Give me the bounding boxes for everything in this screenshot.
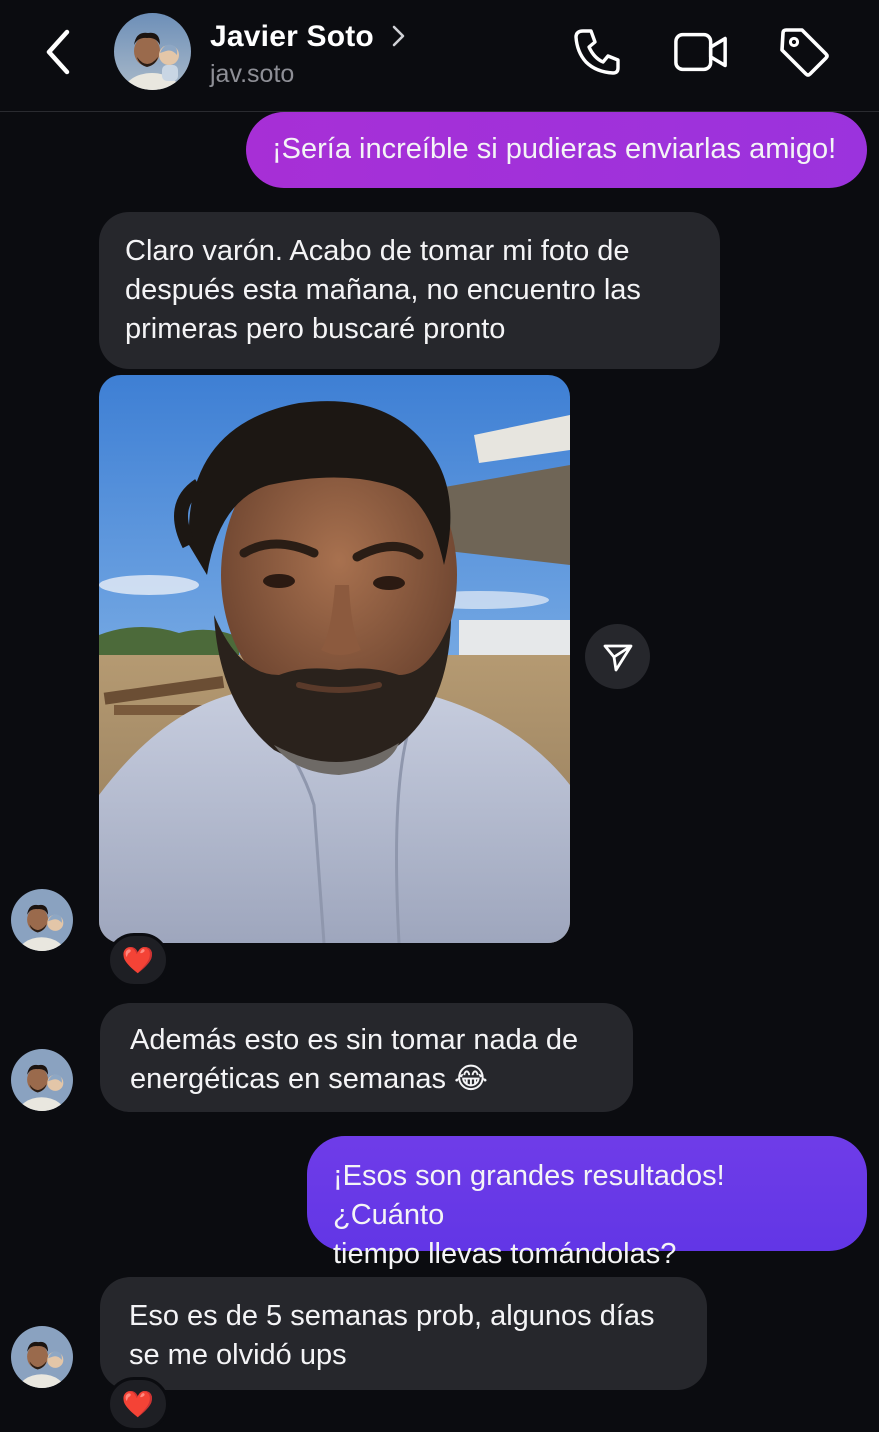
share-button[interactable] [585, 624, 650, 689]
back-button[interactable] [34, 28, 82, 76]
incoming-message[interactable]: Además esto es sin tomar nada de energét… [100, 1003, 633, 1112]
chevron-right-icon[interactable] [388, 22, 410, 50]
heart-reaction: ❤️ [121, 945, 155, 975]
message-text: Además esto es sin tomar nada de energét… [130, 1024, 579, 1095]
reaction-badge[interactable]: ❤️ [107, 933, 169, 987]
outgoing-message[interactable]: ¡Sería increíble si pudieras enviarlas a… [246, 112, 867, 188]
chat-header: Javier Soto jav.soto [0, 0, 879, 112]
message-text: Eso es de 5 semanas prob, algunos días s… [129, 1300, 655, 1371]
contact-name[interactable]: Javier Soto [210, 20, 374, 54]
reaction-badge[interactable]: ❤️ [107, 1377, 169, 1431]
incoming-message[interactable]: Claro varón. Acabo de tomar mi foto de d… [99, 212, 720, 369]
contact-handle: jav.soto [210, 60, 295, 88]
tag-icon [780, 28, 829, 77]
video-camera-icon [674, 32, 727, 72]
outgoing-message[interactable]: ¡Esos son grandes resultados! ¿Cuánto ti… [307, 1136, 867, 1270]
message-text: ¡Esos son grandes resultados! ¿Cuánto ti… [333, 1160, 725, 1270]
contact-avatar[interactable] [114, 13, 191, 90]
contact-avatar[interactable] [11, 889, 73, 951]
back-icon [46, 29, 70, 75]
call-button[interactable] [569, 24, 625, 80]
video-call-button[interactable] [673, 24, 729, 80]
shared-photo[interactable] [99, 375, 570, 943]
message-text: Claro varón. Acabo de tomar mi foto de d… [125, 235, 641, 345]
tag-button[interactable] [776, 24, 832, 80]
incoming-message[interactable]: Eso es de 5 semanas prob, algunos días s… [100, 1277, 707, 1390]
contact-avatar[interactable] [11, 1049, 73, 1111]
heart-reaction: ❤️ [121, 1389, 155, 1419]
phone-icon [574, 29, 620, 75]
message-text: ¡Sería increíble si pudieras enviarlas a… [272, 133, 837, 165]
contact-avatar[interactable] [11, 1326, 73, 1388]
send-icon [603, 644, 632, 671]
